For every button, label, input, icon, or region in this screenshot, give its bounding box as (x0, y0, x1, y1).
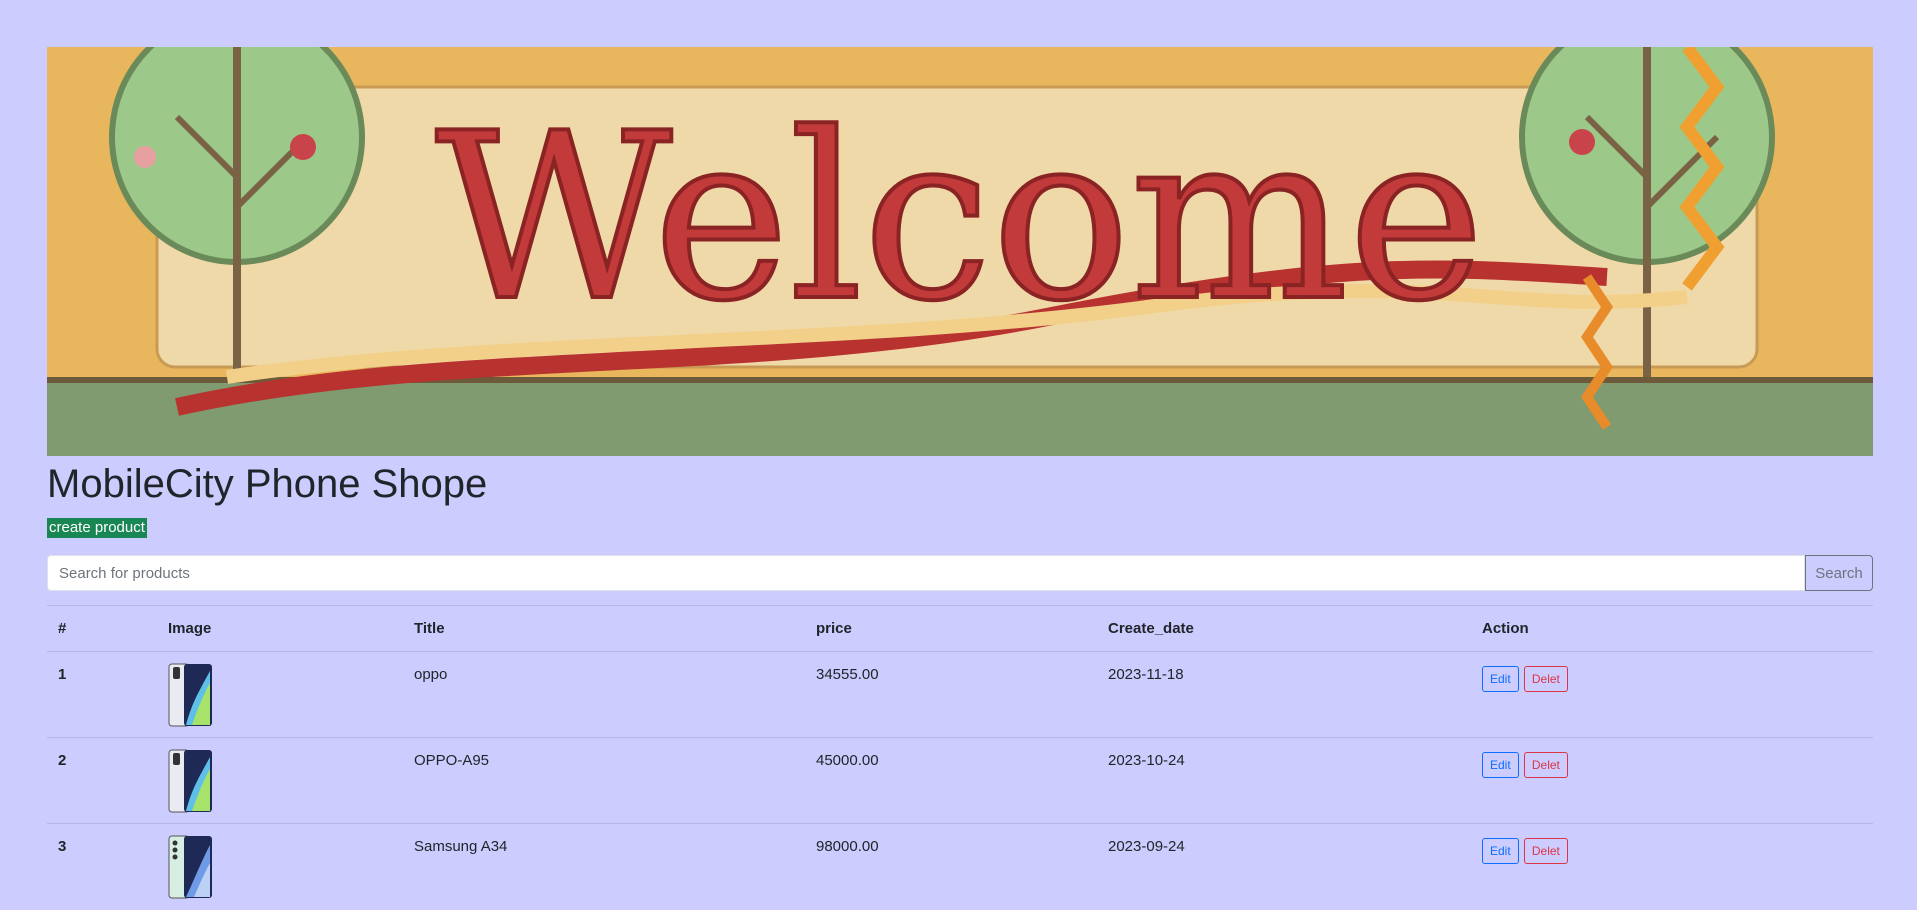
delete-button[interactable]: Delet (1523, 838, 1568, 864)
search-input[interactable] (47, 555, 1805, 591)
row-create-date: 2023-09-24 (1097, 823, 1471, 910)
welcome-banner-image: Welcome (47, 47, 1873, 456)
row-actions: Edit Delet (1471, 737, 1873, 824)
table-row: 1 oppo 34555.00 2023-11-18 Edit Delet (47, 651, 1873, 738)
row-price: 34555.00 (805, 651, 1097, 738)
delete-button[interactable]: Delet (1523, 752, 1568, 778)
search-button[interactable]: Search (1805, 555, 1873, 591)
col-header-price: price (805, 605, 1097, 652)
svg-text:Welcome: Welcome (436, 85, 1485, 352)
page-container: Welcome MobileCity Phone Shope create pr… (47, 47, 1873, 910)
col-header-create-date: Create_date (1097, 605, 1471, 652)
row-title: oppo (403, 651, 805, 738)
create-product-button[interactable]: create product (47, 518, 147, 538)
row-title: Samsung A34 (403, 823, 805, 910)
delete-button[interactable]: Delet (1523, 666, 1568, 692)
row-image-cell (157, 823, 403, 910)
row-price: 98000.00 (805, 823, 1097, 910)
row-create-date: 2023-10-24 (1097, 737, 1471, 824)
col-header-action: Action (1471, 605, 1873, 652)
row-image-cell (157, 651, 403, 738)
search-bar: Search (47, 555, 1873, 591)
table-row: 3 Samsung A34 98000.00 2023-09-24 Edit D… (47, 823, 1873, 910)
product-image (168, 835, 212, 899)
row-number: 1 (47, 651, 157, 738)
row-number: 3 (47, 823, 157, 910)
page-title: MobileCity Phone Shope (47, 462, 488, 506)
product-image (168, 663, 212, 727)
col-header-title: Title (403, 605, 805, 652)
products-table: # Image Title price Create_date Action 1 (47, 605, 1873, 910)
edit-button[interactable]: Edit (1482, 838, 1519, 864)
row-create-date: 2023-11-18 (1097, 651, 1471, 738)
table-header-row: # Image Title price Create_date Action (47, 605, 1873, 652)
row-actions: Edit Delet (1471, 823, 1873, 910)
col-header-image: Image (157, 605, 403, 652)
table-row: 2 OPPO-A95 45000.00 2023-10-24 Edit Dele… (47, 737, 1873, 824)
row-title: OPPO-A95 (403, 737, 805, 824)
row-image-cell (157, 737, 403, 824)
product-image (168, 749, 212, 813)
edit-button[interactable]: Edit (1482, 752, 1519, 778)
row-price: 45000.00 (805, 737, 1097, 824)
col-header-number: # (47, 605, 157, 652)
row-actions: Edit Delet (1471, 651, 1873, 738)
row-number: 2 (47, 737, 157, 824)
edit-button[interactable]: Edit (1482, 666, 1519, 692)
